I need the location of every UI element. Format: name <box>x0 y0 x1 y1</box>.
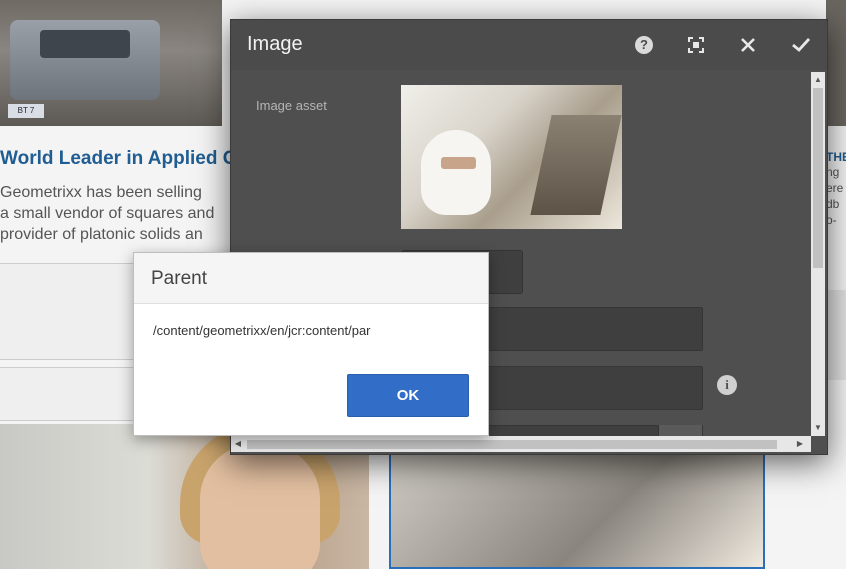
image-asset-thumbnail[interactable] <box>401 85 622 229</box>
article-paragraph: Geometrixx has been selling a small vendo… <box>0 184 215 243</box>
vertical-scroll-thumb[interactable] <box>813 88 823 268</box>
right-column-paragraph: ng ere db o- <box>826 165 844 227</box>
ok-button[interactable]: OK <box>347 374 469 417</box>
help-button[interactable]: ? <box>631 32 657 58</box>
alert-header: Parent <box>134 253 488 304</box>
hero-photo-car: BT 7 <box>0 0 222 126</box>
alert-title: Parent <box>151 268 207 289</box>
right-edge-panel <box>826 290 846 380</box>
info-icon[interactable]: i <box>717 375 737 395</box>
done-button[interactable] <box>788 32 814 58</box>
content-box <box>0 367 140 421</box>
hero-photo-right <box>826 0 846 126</box>
scroll-right-icon[interactable]: ▶ <box>793 436 807 452</box>
right-column-headline[interactable]: THE <box>826 150 846 164</box>
thumbnail-hood <box>421 130 491 215</box>
alert-message: /content/geometrixx/en/jcr:content/par <box>153 323 371 338</box>
license-plate: BT 7 <box>8 104 44 118</box>
parent-alert-dialog: Parent /content/geometrixx/en/jcr:conten… <box>133 252 489 436</box>
photo-face <box>200 444 320 569</box>
fullscreen-button[interactable] <box>683 32 709 58</box>
image-asset-label: Image asset <box>256 98 327 113</box>
close-button[interactable] <box>735 32 761 58</box>
thumbnail-glassware <box>530 115 622 215</box>
help-icon: ? <box>635 36 653 54</box>
content-box <box>0 263 140 360</box>
scroll-left-icon[interactable]: ◀ <box>231 436 245 452</box>
close-icon <box>741 38 755 52</box>
fullscreen-icon <box>688 37 704 53</box>
article-headline[interactable]: World Leader in Applied G <box>0 148 238 170</box>
thumbnail-face <box>441 157 476 169</box>
scroll-down-icon[interactable]: ▼ <box>811 420 825 436</box>
dialog-header: Image ? <box>231 20 827 71</box>
checkmark-icon <box>792 38 811 52</box>
car-window <box>40 30 130 58</box>
scroll-up-icon[interactable]: ▲ <box>811 72 825 88</box>
horizontal-scroll-thumb[interactable] <box>247 440 777 449</box>
dialog-title: Image <box>247 33 303 55</box>
